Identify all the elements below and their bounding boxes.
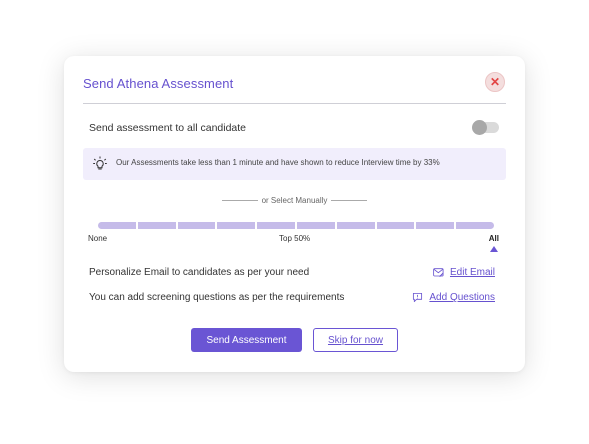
slider-segment[interactable] <box>98 222 136 229</box>
slider-segment[interactable] <box>177 222 216 229</box>
send-assessment-button[interactable]: Send Assessment <box>191 328 302 352</box>
close-icon: ✕ <box>489 75 501 89</box>
slider-segment[interactable] <box>456 222 494 229</box>
slider-segment[interactable] <box>376 222 415 229</box>
edit-email-link[interactable]: Edit Email <box>433 267 495 278</box>
add-questions-label: Add Questions <box>429 292 495 303</box>
manual-select-divider: or Select Manually <box>64 196 525 205</box>
send-all-toggle[interactable] <box>472 120 499 135</box>
edit-email-icon <box>433 268 444 277</box>
slider-label-none: None <box>88 234 108 243</box>
divider-line-right <box>331 200 368 202</box>
edit-email-label: Edit Email <box>449 267 495 278</box>
slider-label-top50: Top 50% <box>279 234 311 243</box>
slider-segment[interactable] <box>296 222 335 229</box>
personalize-email-text: Personalize Email to candidates as per y… <box>89 267 310 278</box>
header-divider <box>83 103 506 104</box>
slider-segment[interactable] <box>137 222 176 229</box>
tip-banner: Our Assessments take less than 1 minute … <box>83 148 506 180</box>
manual-select-label: or Select Manually <box>261 196 328 205</box>
modal-title: Send Athena Assessment <box>83 76 234 91</box>
screening-questions-text: You can add screening questions as per t… <box>89 292 345 303</box>
slider-segment[interactable] <box>257 222 295 229</box>
slider-segment[interactable] <box>336 222 375 229</box>
send-all-label: Send assessment to all candidate <box>89 122 247 134</box>
skip-for-now-button[interactable]: Skip for now <box>313 328 398 352</box>
slider-segment[interactable] <box>217 222 256 229</box>
close-button[interactable]: ✕ <box>485 72 505 92</box>
toggle-knob <box>472 120 487 135</box>
lightbulb-icon <box>93 156 107 170</box>
slider-segment[interactable] <box>416 222 455 229</box>
divider-line-left <box>221 200 258 202</box>
slider-handle-caret[interactable] <box>490 246 498 252</box>
chat-bubble-icon <box>413 292 423 303</box>
tip-text: Our Assessments take less than 1 minute … <box>116 158 440 167</box>
candidate-range-slider[interactable] <box>98 222 494 229</box>
slider-label-all: All <box>488 234 499 243</box>
send-assessment-modal: Send Athena Assessment ✕ Send assessment… <box>64 56 525 372</box>
add-questions-link[interactable]: Add Questions <box>412 292 495 303</box>
